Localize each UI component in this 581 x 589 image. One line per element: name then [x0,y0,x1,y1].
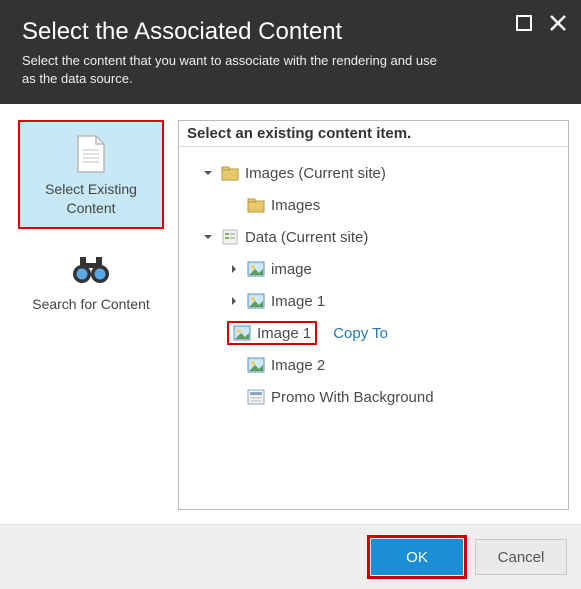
tree-node-label: Image 1 [257,325,311,342]
tree-node-label: Images (Current site) [245,165,386,182]
maximize-button[interactable] [515,14,533,32]
component-icon [247,388,265,406]
dialog: Select the Associated Content Select the… [0,0,581,589]
cancel-button[interactable]: Cancel [475,539,567,575]
collapse-icon[interactable] [201,166,215,180]
document-icon [71,134,111,174]
dialog-body: Select Existing Content Search for Conte… [0,104,581,524]
copy-to-link[interactable]: Copy To [333,325,388,342]
maximize-icon [515,14,533,32]
image-icon [247,260,265,278]
window-controls [515,14,567,32]
select-existing-content-option[interactable]: Select Existing Content [18,120,164,228]
binoculars-icon [71,249,111,289]
image-icon [233,324,251,342]
tree-scroll[interactable]: Images (Current site) Images [179,147,568,509]
tree-node-image[interactable]: image [183,253,564,285]
folder-icon [221,164,239,182]
close-icon [549,14,567,32]
left-panel: Select Existing Content Search for Conte… [18,120,164,510]
tree-node-image-2[interactable]: Image 2 [183,349,564,381]
tree-node-label: Promo With Background [271,389,434,406]
collapse-icon[interactable] [201,230,215,244]
tree-node-label: image [271,261,312,278]
tree-node-promo-with-background[interactable]: Promo With Background [183,381,564,413]
tree-node-images[interactable]: Images [183,189,564,221]
close-button[interactable] [549,14,567,32]
dialog-subtitle: Select the content that you want to asso… [22,52,452,88]
dialog-header: Select the Associated Content Select the… [0,0,581,104]
right-panel-title: Select an existing content item. [179,121,568,147]
image-icon [247,292,265,310]
ok-button[interactable]: OK [371,539,463,575]
expand-icon[interactable] [227,262,241,276]
tree-node-label: Images [271,197,320,214]
right-panel: Select an existing content item. Images … [178,120,569,510]
search-for-content-option[interactable]: Search for Content [18,237,164,323]
tree-node-label: Data (Current site) [245,229,368,246]
data-icon [221,228,239,246]
tree-node-image-1-selected[interactable]: Image 1 Copy To [183,317,564,349]
tree-node-label: Image 2 [271,357,325,374]
selection-highlight: Image 1 [227,321,317,345]
tree-node-label: Image 1 [271,293,325,310]
dialog-footer: OK Cancel [0,524,581,589]
folder-icon [247,196,265,214]
dialog-title: Select the Associated Content [22,18,559,46]
search-for-content-label: Search for Content [32,295,150,313]
expand-icon[interactable] [227,294,241,308]
tree-node-images-current-site[interactable]: Images (Current site) [183,157,564,189]
image-icon [247,356,265,374]
tree-node-image-1[interactable]: Image 1 [183,285,564,317]
select-existing-content-label: Select Existing Content [26,180,156,216]
tree-node-data-current-site[interactable]: Data (Current site) [183,221,564,253]
tree-container: Images (Current site) Images [179,147,568,509]
